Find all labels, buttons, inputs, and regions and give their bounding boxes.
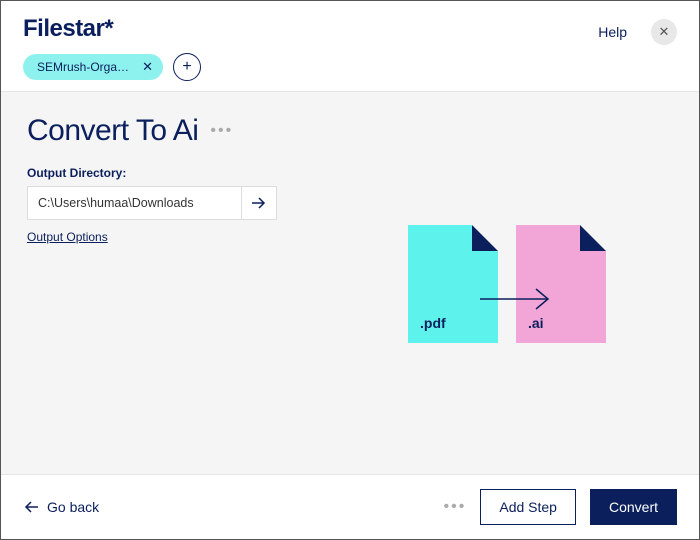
file-chips: SEMrush-Organic... ✕ + [23, 53, 201, 81]
help-link[interactable]: Help [598, 24, 627, 40]
add-step-button[interactable]: Add Step [480, 489, 576, 525]
app-window: Filestar* SEMrush-Organic... ✕ + Help ✕ … [0, 0, 700, 540]
source-file-icon: .pdf [408, 225, 498, 343]
title-row: Convert To Ai ••• [27, 114, 673, 148]
go-back-button[interactable]: Go back [23, 499, 99, 515]
header-left: Filestar* SEMrush-Organic... ✕ + [23, 15, 201, 81]
target-file-icon: .ai [516, 225, 606, 343]
remove-chip-icon[interactable]: ✕ [142, 59, 153, 75]
file-chip[interactable]: SEMrush-Organic... ✕ [23, 54, 163, 80]
output-dir-label: Output Directory: [27, 166, 673, 180]
app-logo: Filestar* [23, 15, 201, 43]
source-ext: .pdf [420, 315, 446, 331]
arrow-right-icon [251, 196, 267, 210]
footer-actions: ••• Add Step Convert [444, 489, 677, 525]
close-icon: ✕ [659, 24, 670, 40]
arrow-left-icon [23, 500, 39, 514]
file-chip-label: SEMrush-Organic... [37, 60, 134, 74]
plus-icon: + [182, 58, 191, 76]
header-right: Help ✕ [598, 15, 677, 45]
output-dir-row [27, 186, 277, 220]
footer-more-icon[interactable]: ••• [444, 498, 467, 516]
convert-button[interactable]: Convert [590, 489, 677, 525]
footer: Go back ••• Add Step Convert [1, 474, 699, 539]
page-title: Convert To Ai [27, 114, 198, 148]
add-file-button[interactable]: + [173, 53, 201, 81]
title-more-icon[interactable]: ••• [210, 122, 233, 140]
go-back-label: Go back [47, 499, 99, 515]
output-dir-input[interactable] [27, 186, 241, 220]
arrow-right-icon [478, 287, 558, 311]
conversion-diagram: .pdf .ai [408, 225, 606, 343]
close-button[interactable]: ✕ [651, 19, 677, 45]
header: Filestar* SEMrush-Organic... ✕ + Help ✕ [1, 1, 699, 92]
output-dir-browse-button[interactable] [241, 186, 277, 220]
target-ext: .ai [528, 315, 544, 331]
